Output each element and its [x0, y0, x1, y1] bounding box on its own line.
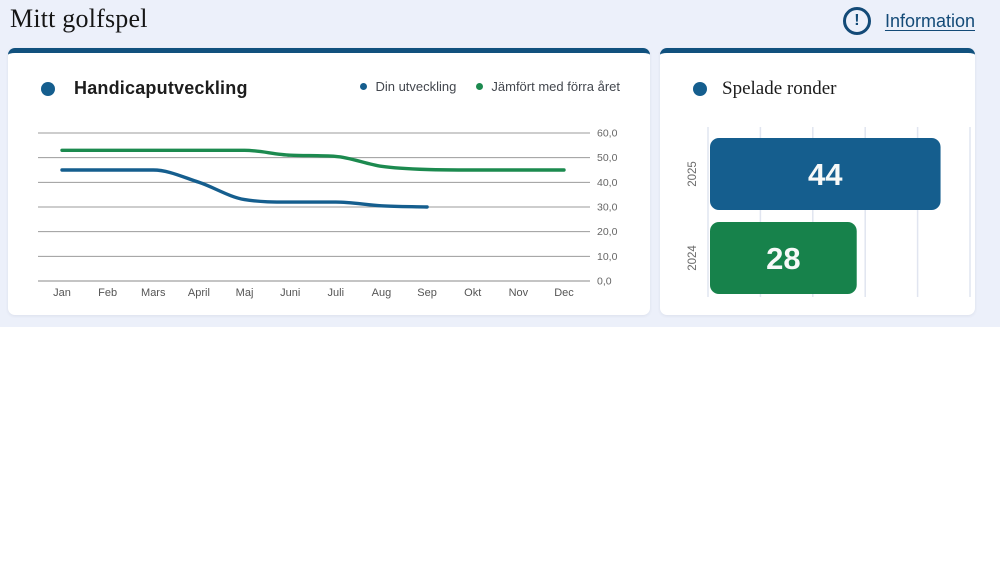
- x-axis-label: April: [188, 287, 210, 299]
- x-axis-label: Jan: [53, 287, 71, 299]
- x-axis-label: Aug: [372, 287, 392, 299]
- y-axis-label: 0,0: [597, 276, 612, 288]
- y-axis-label: 60,0: [597, 128, 618, 140]
- line-series-din-utveckling: [60, 168, 429, 209]
- x-axis-label: Okt: [464, 287, 481, 299]
- y-axis-label: 30,0: [597, 202, 618, 214]
- handicap-card: Handicaputveckling Din utveckling Jämför…: [8, 48, 650, 315]
- bar-value-label: 44: [808, 157, 843, 192]
- handicap-line-chart: 0,0 10,0 20,0 30,0 40,0 50,0 60,0 Jan Feb Mars Apr…: [8, 53, 650, 315]
- bar-category-label: 2025: [687, 161, 699, 187]
- handicap-chart-svg: 0,0 10,0 20,0 30,0 40,0 50,0 60,0 Jan Feb Mars Apr…: [38, 128, 618, 299]
- bar-category-label: 2024: [687, 245, 699, 271]
- information-area: ! Information: [842, 7, 975, 35]
- rounds-card: Spelade ronder 44 2025 28 2024: [660, 48, 975, 315]
- exclamation-circle-icon[interactable]: !: [842, 7, 871, 35]
- x-axis-label: Dec: [554, 287, 574, 299]
- y-axis-label: 10,0: [597, 251, 618, 263]
- x-axis-label: Feb: [98, 287, 117, 299]
- page-title: Mitt golfspel: [10, 4, 148, 33]
- y-axis-label: 40,0: [597, 177, 618, 189]
- line-series-j-mf-rt-med-f-rra-ret: [60, 148, 566, 172]
- x-axis-label: Maj: [236, 287, 254, 299]
- y-axis-label: 20,0: [597, 226, 618, 238]
- rounds-chart-svg: 44 2025 28 2024: [687, 127, 971, 297]
- x-axis-label: Juli: [328, 287, 345, 299]
- x-axis-label: Sep: [417, 287, 437, 299]
- x-axis-label: Nov: [509, 287, 529, 299]
- bar-value-label: 28: [766, 241, 800, 276]
- y-axis-label: 50,0: [597, 152, 618, 164]
- information-link[interactable]: Information: [885, 11, 975, 32]
- x-axis-label: Juni: [280, 287, 300, 299]
- x-axis-label: Mars: [141, 287, 166, 299]
- rounds-bar-chart: 44 2025 28 2024: [660, 53, 975, 315]
